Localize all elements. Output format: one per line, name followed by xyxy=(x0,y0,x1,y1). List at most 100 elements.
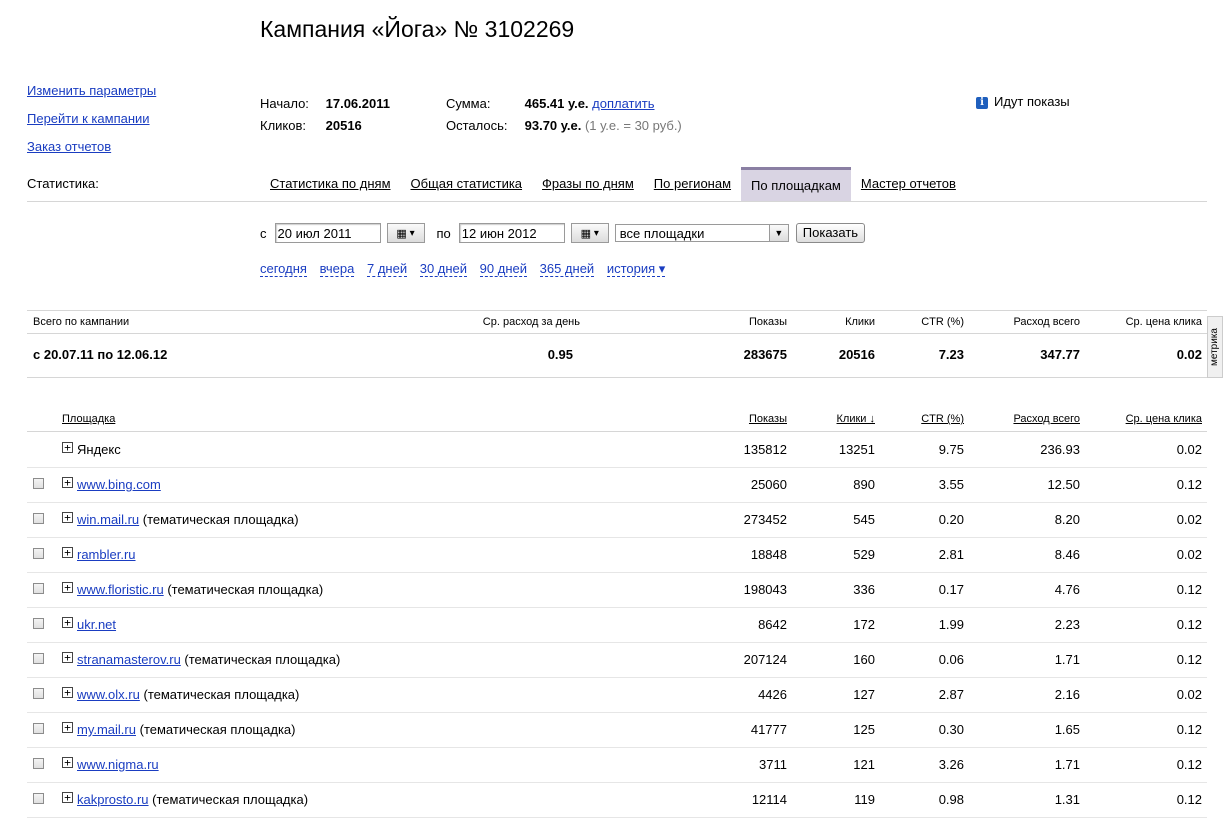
summary-clicks-value: 20516 xyxy=(838,347,875,362)
cell-ctr: 9.75 xyxy=(938,442,964,457)
site-name[interactable]: www.floristic.ru xyxy=(77,582,164,597)
expand-plus-icon[interactable]: + xyxy=(62,617,73,628)
table-row: + Яндекс 135812 13251 9.75 236.93 0.02 xyxy=(27,432,1207,468)
site-name[interactable]: my.mail.ru xyxy=(77,722,136,737)
table-row: + www.olx.ru (тематическая площадка) 4426 1… xyxy=(27,677,1207,713)
col-shows-header[interactable]: Показы xyxy=(749,413,787,425)
summary-mid-rule xyxy=(27,333,1207,334)
site-name[interactable]: www.nigma.ru xyxy=(77,757,159,772)
site-name[interactable]: kakprosto.ru xyxy=(77,792,149,807)
tab-general[interactable]: Общая статистика xyxy=(401,167,533,201)
period-yesterday[interactable]: вчера xyxy=(319,261,355,277)
show-button[interactable]: Показать xyxy=(795,223,866,243)
tab-by-days[interactable]: Статистика по дням xyxy=(260,167,401,201)
cell-clicks: 529 xyxy=(853,547,875,562)
row-checkbox[interactable] xyxy=(33,513,44,524)
col-site-header[interactable]: Площадка xyxy=(62,413,115,425)
cell-spend: 4.76 xyxy=(1054,582,1080,597)
stats-tabs: Статистика по дням Общая статистика Фраз… xyxy=(260,167,966,201)
period-365-days[interactable]: 365 дней xyxy=(539,261,595,277)
site-cell: www.nigma.ru xyxy=(77,757,159,772)
tab-by-regions[interactable]: По регионам xyxy=(644,167,741,201)
calendar-from-button[interactable]: ▦ ▾ xyxy=(386,223,425,243)
site-type: (тематическая площадка) xyxy=(167,582,324,597)
expand-plus-icon[interactable]: + xyxy=(62,477,73,488)
row-checkbox[interactable] xyxy=(33,548,44,559)
remain-value: 93.70 у.е. xyxy=(524,118,582,133)
tab-phrases-by-days[interactable]: Фразы по дням xyxy=(532,167,644,201)
site-type: (тематическая площадка) xyxy=(143,687,300,702)
summary-clicks-header: Клики xyxy=(845,316,875,328)
col-clicks-header[interactable]: Клики ↓ xyxy=(837,413,875,425)
site-name[interactable]: rambler.ru xyxy=(77,547,136,562)
go-to-campaign-link[interactable]: Перейти к кампании xyxy=(27,112,156,140)
site-cell: www.bing.com xyxy=(77,477,161,492)
site-cell: ukr.net xyxy=(77,617,116,632)
expand-plus-icon[interactable]: + xyxy=(62,652,73,663)
date-from-input[interactable] xyxy=(274,223,381,243)
period-30-days[interactable]: 30 дней xyxy=(419,261,468,277)
calendar-icon: ▦ xyxy=(396,226,407,240)
cell-shows: 12114 xyxy=(751,792,787,807)
table-row: + win.mail.ru (тематическая площадка) 2734… xyxy=(27,502,1207,538)
order-reports-link[interactable]: Заказ отчетов xyxy=(27,140,156,168)
site-name[interactable]: win.mail.ru xyxy=(77,512,139,527)
expand-plus-icon[interactable]: + xyxy=(62,722,73,733)
tab-report-wizard[interactable]: Мастер отчетов xyxy=(851,167,966,201)
col-spend-header[interactable]: Расход всего xyxy=(1013,413,1080,425)
topup-link[interactable]: доплатить xyxy=(592,96,654,111)
sites-select-value: все площадки xyxy=(619,225,705,241)
expand-plus-icon[interactable]: + xyxy=(62,792,73,803)
expand-plus-icon[interactable]: + xyxy=(62,547,73,558)
col-ctr-header[interactable]: CTR (%) xyxy=(921,413,964,425)
row-checkbox[interactable] xyxy=(33,758,44,769)
cell-clicks: 172 xyxy=(853,617,875,632)
period-7-days[interactable]: 7 дней xyxy=(366,261,408,277)
cell-ctr: 0.98 xyxy=(938,792,964,807)
expand-plus-icon[interactable]: + xyxy=(62,442,73,453)
row-checkbox[interactable] xyxy=(33,478,44,489)
site-type: (тематическая площадка) xyxy=(142,512,299,527)
cell-cpc: 0.02 xyxy=(1176,512,1202,527)
site-name[interactable]: www.bing.com xyxy=(77,477,161,492)
cell-ctr: 2.81 xyxy=(938,547,964,562)
sites-select[interactable]: все площадки ▼ xyxy=(614,224,789,242)
row-checkbox[interactable] xyxy=(33,688,44,699)
expand-plus-icon[interactable]: + xyxy=(62,687,73,698)
expand-plus-icon[interactable]: + xyxy=(62,582,73,593)
row-checkbox[interactable] xyxy=(33,583,44,594)
from-label: с xyxy=(260,225,267,241)
col-cpc-header[interactable]: Ср. цена клика xyxy=(1126,413,1202,425)
summary-shows-header: Показы xyxy=(748,316,787,328)
rate-hint: (1 у.е. = 30 руб.) xyxy=(584,118,682,133)
cell-ctr: 0.17 xyxy=(938,582,964,597)
date-filter: с ▦ ▾ по ▦ ▾ все площадки ▼ Показать xyxy=(260,222,866,244)
site-name[interactable]: stranamasterov.ru xyxy=(77,652,181,667)
calendar-to-button[interactable]: ▦ ▾ xyxy=(570,223,609,243)
cell-shows: 198043 xyxy=(743,582,787,597)
metrika-side-tab[interactable]: метрика xyxy=(1207,316,1223,378)
row-checkbox[interactable] xyxy=(33,793,44,804)
table-row: + www.floristic.ru (тематическая площадка… xyxy=(27,572,1207,608)
row-checkbox[interactable] xyxy=(33,653,44,664)
row-checkbox[interactable] xyxy=(33,723,44,734)
period-history[interactable]: история ▾ xyxy=(606,261,666,277)
campaign-status: i Идут показы xyxy=(976,94,1070,109)
period-90-days[interactable]: 90 дней xyxy=(479,261,527,277)
summary-spend-header: Расход всего xyxy=(1013,316,1080,328)
site-name[interactable]: www.olx.ru xyxy=(77,687,140,702)
summary-top-rule xyxy=(27,310,1207,311)
summary-ctr-value: 7.23 xyxy=(938,347,964,362)
period-today[interactable]: сегодня xyxy=(260,261,307,277)
row-checkbox[interactable] xyxy=(33,618,44,629)
tab-by-sites[interactable]: По площадкам xyxy=(741,167,851,201)
date-to-input[interactable] xyxy=(458,223,565,243)
site-name[interactable]: ukr.net xyxy=(77,617,116,632)
cell-ctr: 1.99 xyxy=(938,617,964,632)
expand-plus-icon[interactable]: + xyxy=(62,757,73,768)
expand-plus-icon[interactable]: + xyxy=(62,512,73,523)
edit-params-link[interactable]: Изменить параметры xyxy=(27,84,156,112)
cell-clicks: 160 xyxy=(853,652,875,667)
summary-spend-value: 347.77 xyxy=(1040,347,1080,362)
remain-label: Осталось: xyxy=(446,118,508,133)
